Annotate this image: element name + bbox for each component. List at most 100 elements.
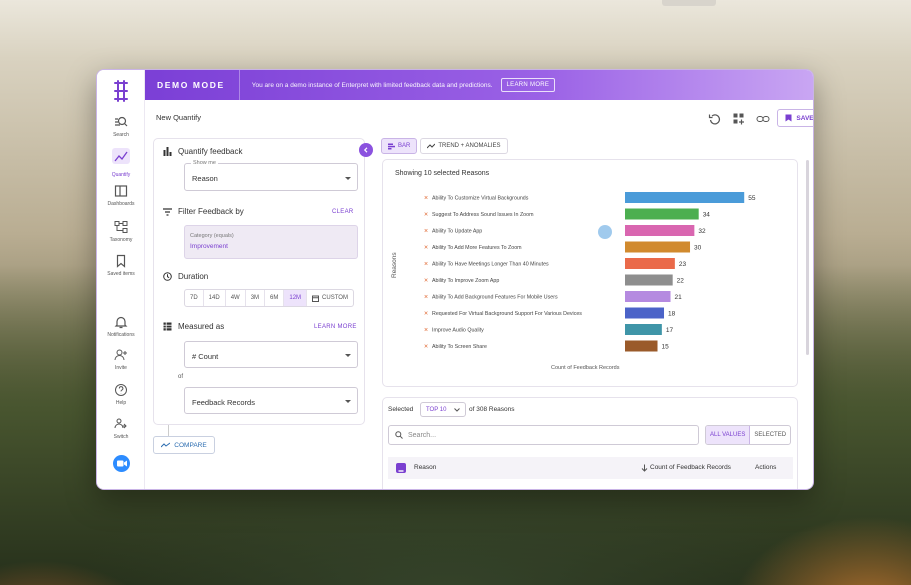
sidebar-item-taxonomy[interactable]: Taxonomy xyxy=(97,220,145,243)
bookmark-icon xyxy=(116,254,126,268)
tab-bar[interactable]: BAR xyxy=(381,138,418,154)
records-select[interactable]: Feedback Records xyxy=(184,387,358,414)
sidebar: Search Quantify Dashboards Taxonomy Save… xyxy=(97,70,145,489)
remove-reason-icon[interactable]: × xyxy=(424,245,428,252)
demo-mode-message: You are on a demo instance of Enterpret … xyxy=(251,81,493,89)
duration-selector: 7D 14D 4W 3M 6M 12M CUSTOM xyxy=(184,289,354,307)
remove-reason-icon[interactable]: × xyxy=(424,327,428,334)
top-n-select[interactable]: TOP 10 xyxy=(420,402,466,417)
remove-reason-icon[interactable]: × xyxy=(424,311,428,318)
view-tabs: BAR TREND + ANOMALIES xyxy=(381,138,508,154)
chart-category-label: Suggest To Address Sound Issues In Zoom xyxy=(432,212,534,218)
banner-learn-more-button[interactable]: LEARN MORE xyxy=(500,78,556,92)
add-to-dashboard-icon[interactable] xyxy=(732,112,746,126)
page-title: New Quantify xyxy=(156,113,202,122)
column-header-reason[interactable]: Reason xyxy=(414,464,436,471)
sidebar-item-switch[interactable]: Switch xyxy=(97,417,145,440)
demo-mode-label: DEMO MODE xyxy=(157,80,225,90)
toggle-selected[interactable]: SELECTED xyxy=(750,426,790,444)
chart-bar[interactable] xyxy=(625,225,695,236)
chart-bar[interactable] xyxy=(625,241,691,253)
chart-value-label: 23 xyxy=(679,261,687,268)
switch-icon xyxy=(114,418,127,429)
show-me-select[interactable]: Show me Reason xyxy=(184,160,358,191)
sidebar-item-label: Dashboards xyxy=(107,201,135,207)
link-icon[interactable] xyxy=(756,112,770,126)
of-label: of xyxy=(178,374,184,380)
calendar-icon xyxy=(312,295,320,302)
trend-icon xyxy=(427,143,436,149)
minus-icon xyxy=(398,470,404,472)
duration-custom-label: CUSTOM xyxy=(322,295,348,301)
sidebar-item-invite[interactable]: Invite xyxy=(97,348,145,371)
chart-bar[interactable] xyxy=(625,274,673,286)
chart-category-label: Ability To Have Meetings Longer Than 40 … xyxy=(432,262,549,268)
column-header-count[interactable]: Count of Feedback Records xyxy=(650,464,731,471)
sidebar-item-notifications[interactable]: Notifications xyxy=(97,315,145,338)
save-button-label: SAVE xyxy=(796,114,814,122)
sidebar-item-search[interactable]: Search xyxy=(97,115,145,138)
duration-7d[interactable]: 7D xyxy=(185,290,204,306)
duration-3m[interactable]: 3M xyxy=(246,290,266,306)
sidebar-item-dashboards[interactable]: Dashboards xyxy=(97,184,145,207)
compare-button[interactable]: COMPARE xyxy=(153,436,215,454)
collapse-panel-button[interactable] xyxy=(359,143,373,157)
zoom-app-button[interactable] xyxy=(113,455,130,472)
sidebar-item-help[interactable]: Help xyxy=(97,383,145,406)
chart-value-label: 22 xyxy=(677,278,685,285)
chart-category-label: Ability To Customize Virtual Backgrounds xyxy=(432,196,529,202)
sort-arrow-down-icon[interactable] xyxy=(641,464,648,472)
duration-12m[interactable]: 12M xyxy=(284,290,308,306)
clock-icon xyxy=(163,272,172,281)
filter-section-header: Filter Feedback by xyxy=(163,207,244,216)
sidebar-item-quantify[interactable]: Quantify xyxy=(97,148,145,178)
column-header-actions: Actions xyxy=(755,464,777,471)
remove-reason-icon[interactable]: × xyxy=(424,212,428,219)
remove-reason-icon[interactable]: × xyxy=(424,344,428,351)
chevron-left-icon xyxy=(363,147,368,153)
remove-reason-icon[interactable]: × xyxy=(424,294,428,301)
chart-bar[interactable] xyxy=(625,324,662,335)
demo-mode-banner: DEMO MODE You are on a demo instance of … xyxy=(145,70,813,100)
remove-reason-icon[interactable]: × xyxy=(424,278,428,285)
main-scrollbar[interactable] xyxy=(806,160,809,355)
remove-reason-icon[interactable]: × xyxy=(424,261,428,268)
measure-select[interactable]: # Count xyxy=(184,341,358,368)
duration-14d[interactable]: 14D xyxy=(204,290,226,306)
duration-4w[interactable]: 4W xyxy=(226,290,246,306)
sidebar-item-label: Search xyxy=(113,132,129,138)
chart-bar[interactable] xyxy=(625,258,675,269)
reasons-table-card: Selected TOP 10 of 308 Reasons Search...… xyxy=(382,397,798,489)
filter-condition-chip[interactable]: Category (equals) Improvement xyxy=(184,225,358,259)
chart-value-label: 55 xyxy=(748,195,756,202)
select-all-checkbox[interactable] xyxy=(396,463,406,473)
bell-icon xyxy=(114,316,128,329)
remove-reason-icon[interactable]: × xyxy=(424,228,428,235)
sidebar-item-label: Notifications xyxy=(107,332,135,338)
reason-search-input[interactable]: Search... xyxy=(388,425,699,445)
toggle-all-values[interactable]: ALL VALUES xyxy=(706,426,751,444)
measured-learn-more-link[interactable]: LEARN MORE xyxy=(314,324,357,330)
enterpret-logo-icon xyxy=(114,80,128,102)
chart-bar[interactable] xyxy=(625,340,658,352)
search-icon xyxy=(395,431,403,439)
save-button[interactable]: SAVE xyxy=(777,109,814,127)
chart-x-axis-label: Count of Feedback Records xyxy=(551,365,620,371)
sidebar-item-saved[interactable]: Saved items xyxy=(97,254,145,277)
chart-value-label: 18 xyxy=(668,311,676,318)
chart-category-label: Ability To Update App xyxy=(432,229,482,235)
clear-filters-link[interactable]: CLEAR xyxy=(332,209,354,215)
duration-custom[interactable]: CUSTOM xyxy=(307,290,353,306)
chart-bar[interactable] xyxy=(625,192,745,203)
undo-icon[interactable] xyxy=(708,112,722,126)
show-me-label: Show me xyxy=(191,160,218,166)
duration-6m[interactable]: 6M xyxy=(265,290,285,306)
tab-trend-anomalies[interactable]: TREND + ANOMALIES xyxy=(420,138,508,154)
remove-reason-icon[interactable]: × xyxy=(424,195,428,202)
compare-button-label: COMPARE xyxy=(174,441,207,449)
chevron-down-icon xyxy=(345,177,351,180)
chart-bar[interactable] xyxy=(625,208,699,220)
filter-section-title: Filter Feedback by xyxy=(178,207,244,216)
chart-bar[interactable] xyxy=(625,307,665,319)
chart-bar[interactable] xyxy=(625,291,671,302)
